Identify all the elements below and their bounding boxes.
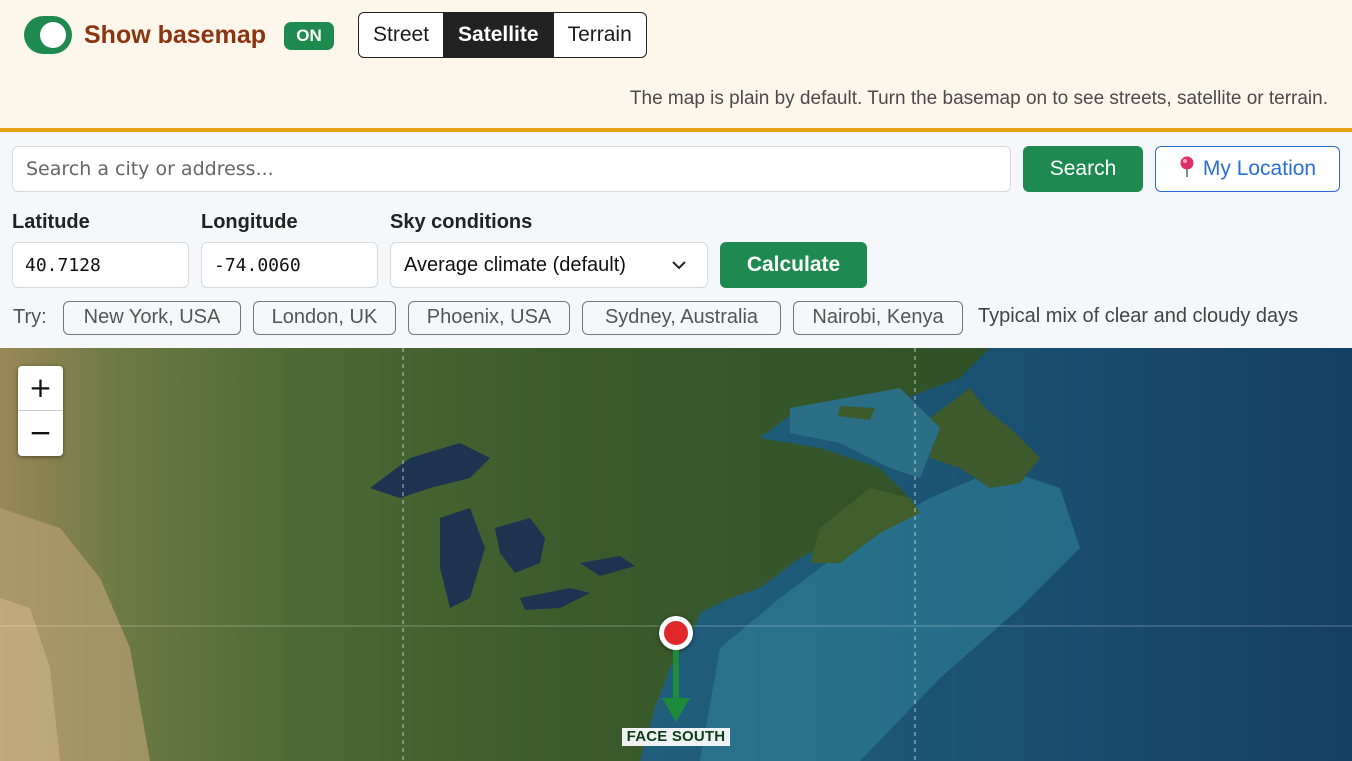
preset-sydney[interactable]: Sydney, Australia	[582, 301, 781, 335]
toggle-knob	[40, 22, 66, 48]
presets-label: Try:	[13, 306, 47, 328]
marker-dot	[664, 621, 688, 645]
latitude-label: Latitude	[12, 211, 90, 233]
sky-conditions-select[interactable]: Average climate (default)	[390, 242, 708, 288]
my-location-button[interactable]: My Location	[1155, 146, 1340, 192]
preset-phoenix[interactable]: Phoenix, USA	[408, 301, 570, 335]
basemap-toggle[interactable]	[24, 16, 72, 54]
south-arrow-icon	[662, 650, 690, 722]
sky-conditions-label: Sky conditions	[390, 211, 533, 233]
layer-satellite-button[interactable]: Satellite	[444, 13, 554, 57]
latitude-input[interactable]	[12, 242, 189, 288]
search-input[interactable]	[12, 146, 1011, 192]
zoom-out-button[interactable]: −	[18, 411, 63, 456]
layer-street-button[interactable]: Street	[359, 13, 445, 57]
preset-nairobi[interactable]: Nairobi, Kenya	[793, 301, 963, 335]
sky-conditions-value: Average climate (default)	[404, 254, 626, 276]
basemap-layer-switcher: Street Satellite Terrain	[358, 12, 647, 58]
basemap-hint: The map is plain by default. Turn the ba…	[629, 88, 1328, 109]
preset-new-york[interactable]: New York, USA	[63, 301, 241, 335]
zoom-control: + −	[18, 366, 63, 456]
pin-icon	[1180, 156, 1194, 178]
longitude-label: Longitude	[201, 211, 298, 233]
basemap-label: Show basemap	[84, 21, 266, 49]
basemap-status-badge: ON	[284, 22, 334, 50]
calculate-button[interactable]: Calculate	[720, 242, 867, 288]
search-button[interactable]: Search	[1023, 146, 1143, 192]
layer-terrain-button[interactable]: Terrain	[554, 13, 646, 57]
basemap-banner: Show basemap ON Street Satellite Terrain…	[0, 0, 1352, 132]
preset-london[interactable]: London, UK	[253, 301, 396, 335]
zoom-in-button[interactable]: +	[18, 366, 63, 411]
chevron-down-icon	[672, 261, 686, 270]
location-marker[interactable]	[659, 616, 693, 650]
sky-conditions-note: Typical mix of clear and cloudy days	[978, 305, 1299, 327]
facing-direction-label: FACE SOUTH	[622, 728, 730, 746]
my-location-label: My Location	[1202, 157, 1317, 180]
longitude-input[interactable]	[201, 242, 378, 288]
